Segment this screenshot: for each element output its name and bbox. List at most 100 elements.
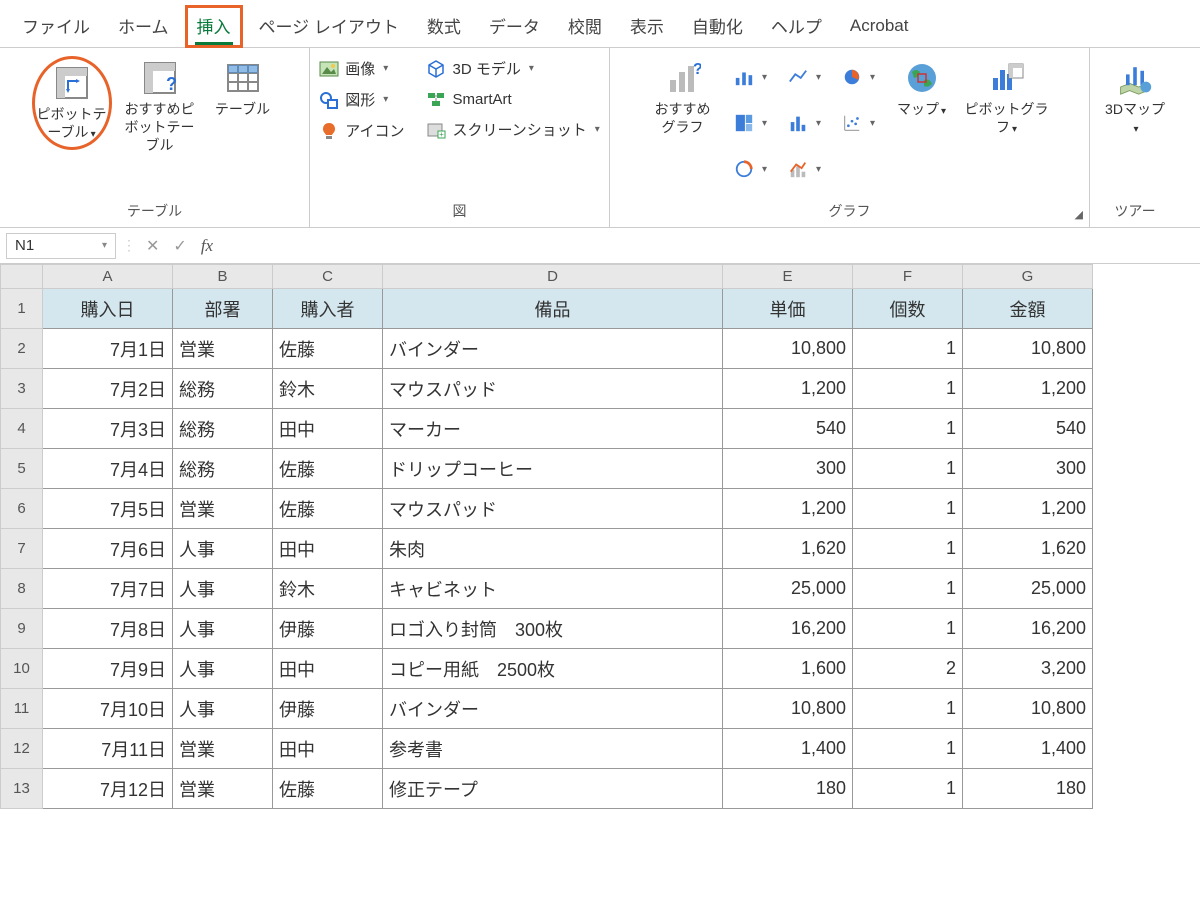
row-header-6[interactable]: 6 (1, 489, 43, 529)
cell-G11[interactable]: 10,800 (963, 689, 1093, 729)
cell-D1[interactable]: 備品 (383, 289, 723, 329)
cell-E4[interactable]: 540 (723, 409, 853, 449)
tab-表示[interactable]: 表示 (618, 5, 676, 48)
cell-F1[interactable]: 個数 (853, 289, 963, 329)
tab-数式[interactable]: 数式 (415, 5, 473, 48)
cell-A9[interactable]: 7月8日 (43, 609, 173, 649)
cancel-formula-button[interactable]: ✕ (142, 236, 163, 256)
cell-C1[interactable]: 購入者 (273, 289, 383, 329)
cell-A13[interactable]: 7月12日 (43, 769, 173, 809)
3d-models-button[interactable]: 3D モデル▾ (422, 56, 603, 81)
cell-E9[interactable]: 16,200 (723, 609, 853, 649)
cell-G10[interactable]: 3,200 (963, 649, 1093, 689)
column-header-C[interactable]: C (273, 265, 383, 289)
cell-E13[interactable]: 180 (723, 769, 853, 809)
cell-D11[interactable]: バインダー (383, 689, 723, 729)
cell-A12[interactable]: 7月11日 (43, 729, 173, 769)
tab-データ[interactable]: データ (477, 5, 552, 48)
cell-E5[interactable]: 300 (723, 449, 853, 489)
row-header-7[interactable]: 7 (1, 529, 43, 569)
cell-F7[interactable]: 1 (853, 529, 963, 569)
formula-input[interactable] (223, 233, 1194, 259)
tab-自動化[interactable]: 自動化 (680, 5, 755, 48)
cell-B6[interactable]: 営業 (173, 489, 273, 529)
cell-C8[interactable]: 鈴木 (273, 569, 383, 609)
cell-F6[interactable]: 1 (853, 489, 963, 529)
line-chart-button[interactable]: ▾ (782, 56, 828, 98)
cell-C9[interactable]: 伊藤 (273, 609, 383, 649)
cell-B11[interactable]: 人事 (173, 689, 273, 729)
statistic-chart-button[interactable]: ▾ (782, 102, 828, 144)
cell-A4[interactable]: 7月3日 (43, 409, 173, 449)
column-header-A[interactable]: A (43, 265, 173, 289)
tab-ページ レイアウト[interactable]: ページ レイアウト (247, 5, 411, 48)
cell-E8[interactable]: 25,000 (723, 569, 853, 609)
enter-formula-button[interactable]: ✓ (169, 236, 190, 256)
column-header-B[interactable]: B (173, 265, 273, 289)
tab-ホーム[interactable]: ホーム (106, 5, 181, 48)
cell-D2[interactable]: バインダー (383, 329, 723, 369)
cell-B3[interactable]: 総務 (173, 369, 273, 409)
cell-A11[interactable]: 7月10日 (43, 689, 173, 729)
cell-G8[interactable]: 25,000 (963, 569, 1093, 609)
cell-E12[interactable]: 1,400 (723, 729, 853, 769)
tab-校閲[interactable]: 校閲 (556, 5, 614, 48)
row-header-8[interactable]: 8 (1, 569, 43, 609)
cell-B10[interactable]: 人事 (173, 649, 273, 689)
cell-C13[interactable]: 佐藤 (273, 769, 383, 809)
waterfall-chart-button[interactable]: ▾ (728, 148, 774, 190)
cell-F2[interactable]: 1 (853, 329, 963, 369)
treemap-chart-button[interactable]: ▾ (728, 102, 774, 144)
cell-B9[interactable]: 人事 (173, 609, 273, 649)
row-header-10[interactable]: 10 (1, 649, 43, 689)
row-header-12[interactable]: 12 (1, 729, 43, 769)
cell-E11[interactable]: 10,800 (723, 689, 853, 729)
cell-G2[interactable]: 10,800 (963, 329, 1093, 369)
combo-chart-button[interactable]: ▾ (782, 148, 828, 190)
cell-D13[interactable]: 修正テープ (383, 769, 723, 809)
tab-ヘルプ[interactable]: ヘルプ (759, 5, 834, 48)
fx-icon[interactable]: fx (197, 236, 217, 256)
cell-A3[interactable]: 7月2日 (43, 369, 173, 409)
cell-F10[interactable]: 2 (853, 649, 963, 689)
shapes-button[interactable]: 図形▾ (315, 87, 408, 112)
tab-Acrobat[interactable]: Acrobat (838, 8, 921, 46)
row-header-5[interactable]: 5 (1, 449, 43, 489)
cell-C4[interactable]: 田中 (273, 409, 383, 449)
tab-挿入[interactable]: 挿入 (185, 5, 243, 48)
cell-G7[interactable]: 1,620 (963, 529, 1093, 569)
cell-F5[interactable]: 1 (853, 449, 963, 489)
cell-D9[interactable]: ロゴ入り封筒 300枚 (383, 609, 723, 649)
cell-G12[interactable]: 1,400 (963, 729, 1093, 769)
cell-G6[interactable]: 1,200 (963, 489, 1093, 529)
cell-B13[interactable]: 営業 (173, 769, 273, 809)
cell-A1[interactable]: 購入日 (43, 289, 173, 329)
cell-F12[interactable]: 1 (853, 729, 963, 769)
icons-button[interactable]: アイコン (315, 118, 408, 143)
row-header-9[interactable]: 9 (1, 609, 43, 649)
row-header-2[interactable]: 2 (1, 329, 43, 369)
column-header-E[interactable]: E (723, 265, 853, 289)
row-header-11[interactable]: 11 (1, 689, 43, 729)
cell-G4[interactable]: 540 (963, 409, 1093, 449)
cell-E1[interactable]: 単価 (723, 289, 853, 329)
charts-dialog-launcher[interactable]: ◢ (1075, 208, 1083, 221)
row-header-4[interactable]: 4 (1, 409, 43, 449)
cell-C12[interactable]: 田中 (273, 729, 383, 769)
name-box[interactable]: N1 ▾ (6, 233, 116, 259)
cell-D8[interactable]: キャビネット (383, 569, 723, 609)
cell-B1[interactable]: 部署 (173, 289, 273, 329)
cell-B7[interactable]: 人事 (173, 529, 273, 569)
pivot-chart-button[interactable]: ピボットグラフ▾ (962, 56, 1052, 140)
cell-A6[interactable]: 7月5日 (43, 489, 173, 529)
cell-C2[interactable]: 佐藤 (273, 329, 383, 369)
3d-map-button[interactable]: 3Dマップ▾ (1100, 56, 1170, 140)
cell-E2[interactable]: 10,800 (723, 329, 853, 369)
cell-C6[interactable]: 佐藤 (273, 489, 383, 529)
cell-E7[interactable]: 1,620 (723, 529, 853, 569)
pictures-button[interactable]: 画像▾ (315, 56, 408, 81)
cell-G3[interactable]: 1,200 (963, 369, 1093, 409)
cell-F9[interactable]: 1 (853, 609, 963, 649)
column-header-G[interactable]: G (963, 265, 1093, 289)
cell-F13[interactable]: 1 (853, 769, 963, 809)
